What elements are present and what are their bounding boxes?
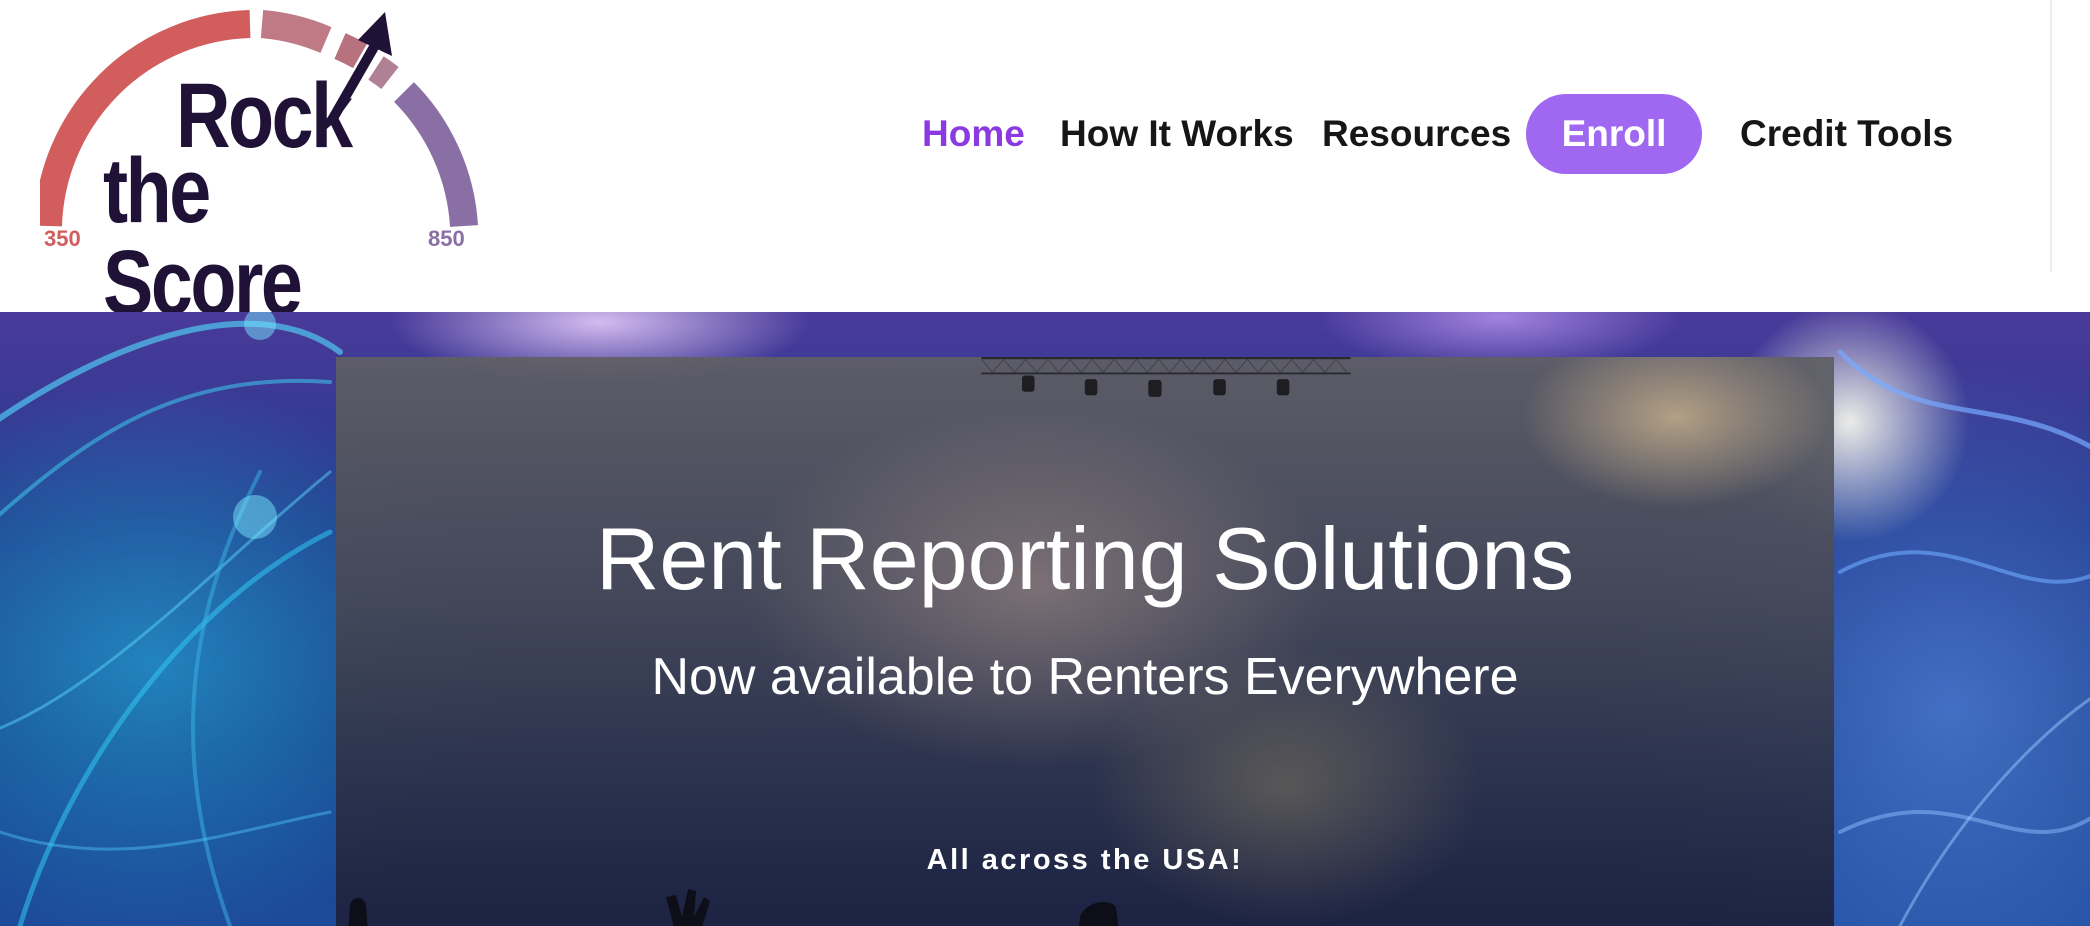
nav-home[interactable]: Home xyxy=(922,94,1025,174)
site-logo[interactable]: Rock the Score 350 850 xyxy=(40,10,480,329)
nav-resources[interactable]: Resources xyxy=(1322,94,1511,174)
hero-subtitle: Now available to Renters Everywhere xyxy=(651,648,1519,706)
logo-line-score: the Score xyxy=(103,140,303,334)
enroll-button[interactable]: Enroll xyxy=(1526,94,1702,174)
nav-how-it-works[interactable]: How It Works xyxy=(1060,94,1294,174)
hero-banner: Rent Reporting Solutions Now available t… xyxy=(0,312,2090,926)
site-header: Rock the Score 350 850 Home How It Works… xyxy=(0,0,2090,329)
header-divider xyxy=(2050,0,2052,272)
stage-lights-truss xyxy=(981,357,1351,397)
gauge-min-label: 350 xyxy=(44,226,81,251)
hero-content-panel: Rent Reporting Solutions Now available t… xyxy=(336,357,1834,926)
hero-title: Rent Reporting Solutions xyxy=(595,509,1575,608)
crowd-silhouette xyxy=(348,889,1119,926)
gauge-max-label: 850 xyxy=(428,226,465,251)
nav-credit-tools[interactable]: Credit Tools xyxy=(1740,94,1953,174)
